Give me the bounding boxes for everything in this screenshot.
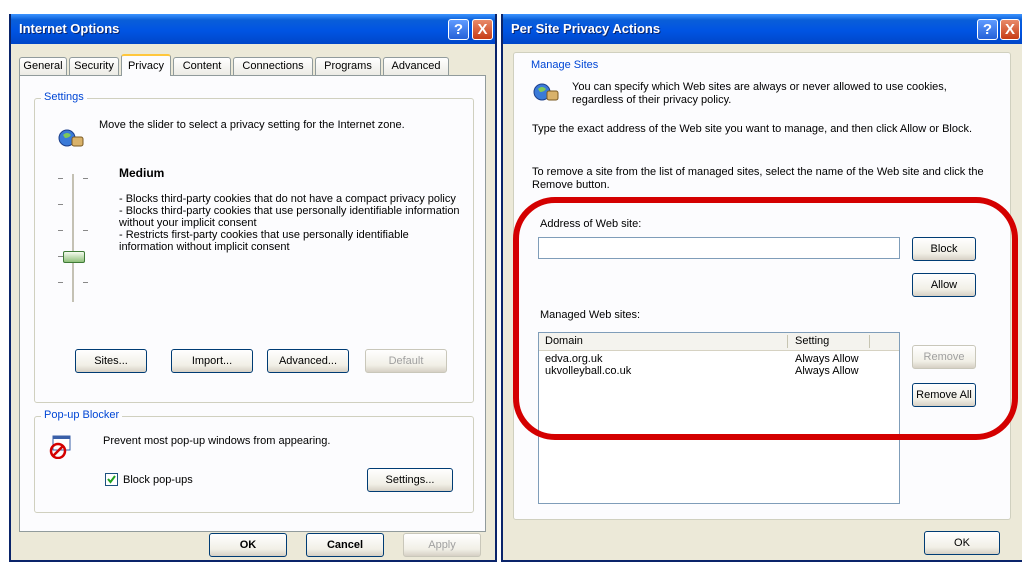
globe-person-icon — [533, 83, 559, 101]
tab-advanced[interactable]: Advanced — [383, 57, 449, 75]
settings-group: Settings Move the slider to select a pri… — [34, 91, 474, 403]
popup-blocker-group: Pop-up Blocker Prevent most pop-up windo… — [34, 409, 474, 513]
remove-instruction-text: To remove a site from the list of manage… — [532, 166, 984, 191]
title-bar[interactable]: Per Site Privacy Actions ? X — [503, 14, 1022, 44]
popup-blocker-text: Prevent most pop-up windows from appeari… — [103, 435, 331, 447]
window-title: Per Site Privacy Actions — [511, 21, 661, 36]
tab-connections[interactable]: Connections — [233, 57, 313, 75]
cancel-button[interactable]: Cancel — [306, 533, 384, 557]
help-button[interactable]: ? — [448, 19, 469, 40]
help-button[interactable]: ? — [977, 19, 998, 40]
window-title: Internet Options — [19, 21, 120, 36]
instruction-text: Move the slider to select a privacy sett… — [99, 119, 405, 131]
tab-programs[interactable]: Programs — [315, 57, 381, 75]
block-popups-checkbox[interactable] — [105, 473, 118, 486]
tab-content[interactable]: Content — [173, 57, 231, 75]
manage-sites-label: Manage Sites — [531, 59, 599, 71]
internet-options-window: Internet Options ? X General Security Priv… — [9, 14, 497, 562]
privacy-tab-panel: Settings Move the slider to select a pri… — [19, 75, 486, 532]
import-button[interactable]: Import... — [171, 349, 253, 373]
popup-blocker-icon — [49, 435, 71, 459]
globe-person-icon — [58, 129, 84, 147]
ok-button[interactable]: OK — [924, 531, 1000, 555]
ok-button[interactable]: OK — [209, 533, 287, 557]
title-bar[interactable]: Internet Options ? X — [11, 14, 495, 44]
instruction-text: Type the exact address of the Web site y… — [532, 123, 973, 135]
privacy-slider[interactable] — [53, 174, 93, 304]
default-button[interactable]: Default — [365, 349, 447, 373]
close-button[interactable]: X — [1000, 19, 1020, 40]
intro-text: You can specify which Web sites are alwa… — [572, 81, 947, 106]
sites-button[interactable]: Sites... — [75, 349, 147, 373]
checkmark-icon — [107, 475, 116, 484]
apply-button[interactable]: Apply — [403, 533, 481, 557]
slider-thumb[interactable] — [63, 251, 85, 263]
tab-privacy[interactable]: Privacy — [121, 54, 171, 76]
privacy-level-description: - Blocks third-party cookies that do not… — [119, 193, 460, 253]
advanced-button[interactable]: Advanced... — [267, 349, 349, 373]
settings-group-label: Settings — [41, 91, 87, 103]
popup-blocker-label: Pop-up Blocker — [41, 409, 123, 421]
block-popups-label[interactable]: Block pop-ups — [123, 474, 193, 487]
privacy-level-label: Medium — [119, 166, 165, 180]
highlight-annotation — [513, 197, 1018, 440]
tab-strip: General Security Privacy Content Connections… — [19, 54, 489, 76]
tab-general[interactable]: General — [19, 57, 67, 75]
close-button[interactable]: X — [472, 19, 493, 40]
popup-settings-button[interactable]: Settings... — [367, 468, 453, 492]
tab-security[interactable]: Security — [69, 57, 119, 75]
